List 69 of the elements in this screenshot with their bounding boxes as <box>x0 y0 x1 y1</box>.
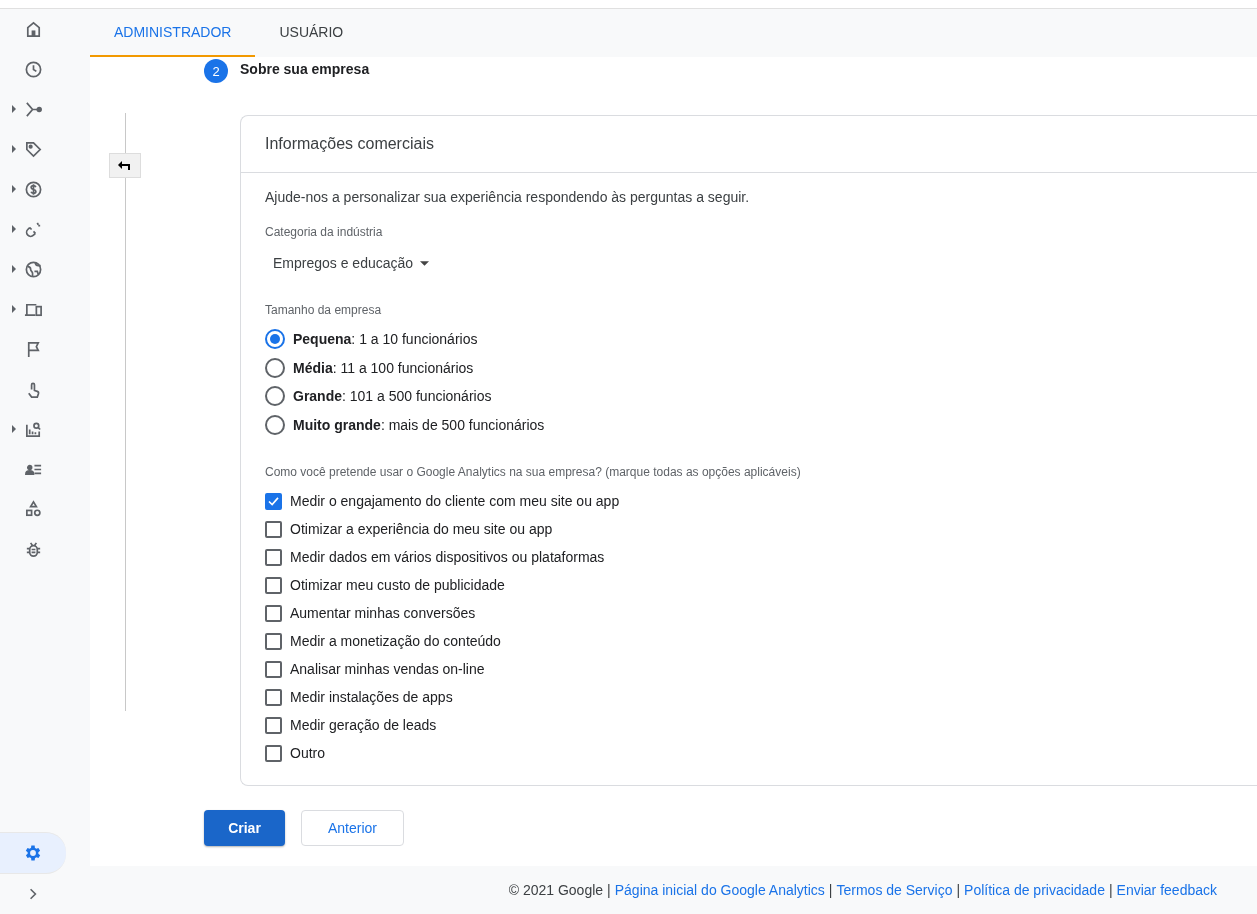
checkbox[interactable] <box>265 520 282 538</box>
checkbox-label: Otimizar meu custo de publicidade <box>290 577 505 593</box>
footer-link[interactable]: Termos de Serviço <box>836 882 953 898</box>
intro-text: Ajude-nos a personalizar sua experiência respondendo às perguntas a seguir. <box>265 189 751 205</box>
checkmark-icon <box>268 496 279 506</box>
radio-button[interactable] <box>265 329 285 350</box>
checkbox[interactable] <box>265 716 282 734</box>
tab[interactable]: USUÁRIO <box>255 9 368 57</box>
expand-arrow-icon <box>12 185 16 193</box>
expand-arrow-icon <box>12 145 16 153</box>
previous-button[interactable]: Anterior <box>301 810 404 846</box>
checkbox-label: Medir o engajamento do cliente com meu site ou app <box>290 493 620 509</box>
step-number: 2 <box>204 59 228 83</box>
footer-link[interactable]: Enviar feedback <box>1116 882 1217 898</box>
industry-dropdown[interactable]: Empregos e educação <box>265 251 438 275</box>
copyright-text: © 2021 Google <box>508 882 604 898</box>
checkbox-label: Outro <box>290 745 325 761</box>
settings-item[interactable] <box>0 832 66 874</box>
radio-label: Pequena: 1 a 10 funcionários <box>293 331 478 348</box>
radio-button[interactable] <box>265 386 285 407</box>
radio-button[interactable] <box>265 357 285 378</box>
checkbox-label: Otimizar a experiência do meu site ou app <box>290 521 553 537</box>
checkbox[interactable] <box>265 632 282 650</box>
separator: | <box>956 882 961 898</box>
radio-label: Grande: 101 a 500 funcionários <box>293 388 492 405</box>
report-icon <box>23 419 43 439</box>
footer-link[interactable]: Página inicial do Google Analytics <box>614 882 825 898</box>
clock-icon <box>23 59 43 79</box>
arrow-left-icon <box>118 160 132 171</box>
checkbox[interactable] <box>265 548 282 566</box>
expand-arrow-icon <box>12 425 16 433</box>
checkbox-label: Analisar minhas vendas on-line <box>290 661 485 677</box>
checkbox-label: Medir instalações de apps <box>290 689 453 705</box>
checkbox[interactable] <box>265 744 282 762</box>
checkbox-label: Medir dados em vários dispositivos ou plataformas <box>290 549 605 565</box>
separator: | <box>1108 882 1113 898</box>
radio-button[interactable] <box>265 414 285 435</box>
separator: | <box>828 882 833 898</box>
expand-arrow-icon <box>12 265 16 273</box>
globe-icon <box>23 259 43 279</box>
footer-link[interactable]: Política de privacidade <box>964 882 1105 898</box>
checkbox[interactable] <box>265 576 282 594</box>
create-button[interactable]: Criar <box>204 810 285 846</box>
expand-arrow-icon <box>12 305 16 313</box>
checkbox[interactable] <box>265 492 282 510</box>
field-label: Tamanho da empresa <box>265 303 383 317</box>
shapes-icon <box>23 499 43 519</box>
branch-icon <box>23 99 43 119</box>
expand-arrow-icon <box>12 225 16 233</box>
checkbox[interactable] <box>265 688 282 706</box>
checkbox-label: Medir a monetização do conteúdo <box>290 633 501 649</box>
tag-icon <box>23 139 43 159</box>
settings-icon <box>23 843 43 863</box>
dropdown-caret-icon <box>420 260 430 266</box>
checkbox-label: Medir geração de leads <box>290 717 437 733</box>
checkbox-label: Aumentar minhas conversões <box>290 605 476 621</box>
separator: | <box>607 882 611 898</box>
radio-label: Muito grande: mais de 500 funcionários <box>293 416 545 433</box>
field-label: Categoria da indústria <box>265 225 384 239</box>
step-title: Sobre sua empresa <box>240 61 370 77</box>
radio-label: Média: 11 a 100 funcionários <box>293 359 474 376</box>
back-button[interactable] <box>109 153 141 178</box>
checkbox[interactable] <box>265 660 282 678</box>
checkbox[interactable] <box>265 604 282 622</box>
expand-arrow-icon <box>12 105 16 113</box>
chevron-right-icon <box>29 888 37 900</box>
dollar-icon <box>23 179 43 199</box>
field-label: Como você pretende usar o Google Analytics na sua empresa? (marque todas as opções aplicáveis) <box>265 465 802 479</box>
card-title: Informações comerciais <box>265 135 434 153</box>
